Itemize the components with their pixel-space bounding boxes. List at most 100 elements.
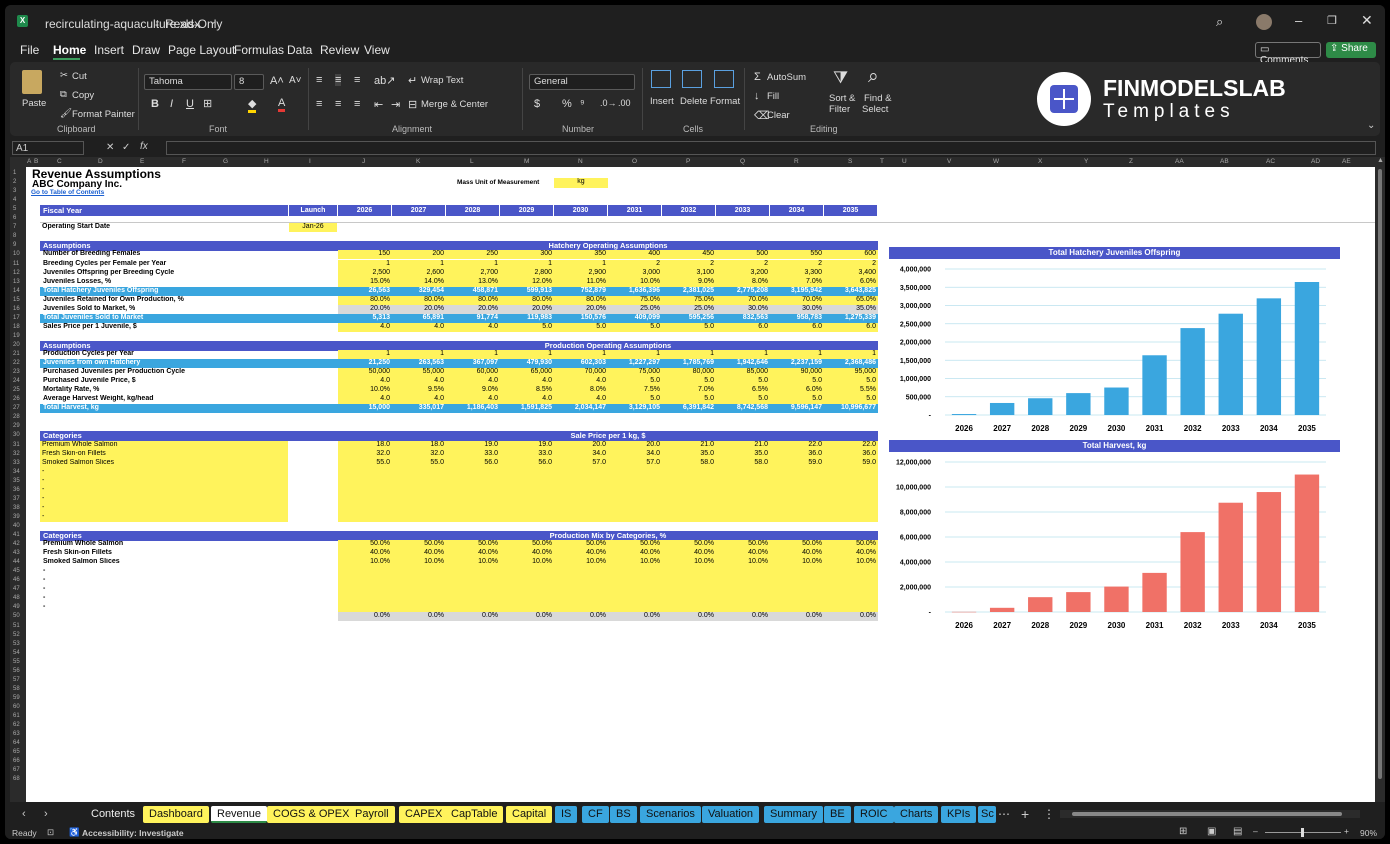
font-size-select[interactable]: 8 (234, 74, 264, 90)
decrease-font-icon[interactable]: A˅ (289, 75, 302, 86)
row-header[interactable]: 45 (13, 568, 20, 574)
price-cell[interactable] (824, 512, 878, 522)
row-header[interactable]: 18 (13, 324, 20, 330)
value-cell[interactable] (554, 603, 608, 613)
price-cell[interactable] (392, 512, 446, 522)
value-cell[interactable]: 50.0% (500, 540, 554, 550)
price-cell[interactable] (392, 476, 446, 486)
value-cell[interactable]: 350 (554, 250, 608, 260)
value-cell[interactable] (446, 567, 500, 577)
column-header[interactable]: I (309, 158, 311, 165)
price-cell[interactable] (662, 467, 716, 477)
format-cells-button[interactable]: Format (710, 96, 740, 107)
value-cell[interactable]: 10.0% (770, 558, 824, 568)
value-cell[interactable]: 10.0% (554, 558, 608, 568)
column-header[interactable]: C (57, 158, 62, 165)
value-cell[interactable] (338, 594, 392, 604)
value-cell[interactable]: 35.0% (824, 304, 878, 314)
value-cell[interactable]: 5.0 (608, 395, 662, 405)
value-cell[interactable]: 95,000 (824, 368, 878, 378)
price-cell[interactable]: 33.0 (500, 449, 554, 459)
value-cell[interactable]: 4.0 (446, 377, 500, 387)
row-header[interactable]: 32 (13, 451, 20, 457)
value-cell[interactable] (500, 576, 554, 586)
cancel-icon[interactable]: ✕ (106, 142, 114, 153)
row-header[interactable]: 13 (13, 279, 20, 285)
value-cell[interactable]: 3,129,105 (608, 404, 662, 414)
paste-icon[interactable] (22, 70, 42, 94)
column-header[interactable]: K (416, 158, 420, 165)
row-header[interactable]: 50 (13, 613, 20, 619)
value-cell[interactable]: 6.0% (770, 386, 824, 396)
price-cell[interactable] (554, 512, 608, 522)
table-of-contents-link[interactable]: Go to Table of Contents (31, 189, 231, 198)
column-header[interactable]: X (1038, 158, 1042, 165)
value-cell[interactable]: 1 (338, 350, 392, 359)
row-header[interactable]: 5 (13, 206, 16, 212)
value-cell[interactable]: 602,303 (554, 359, 608, 369)
value-cell[interactable]: 1 (770, 350, 824, 359)
price-cell[interactable] (824, 476, 878, 486)
value-cell[interactable]: 5,313 (338, 313, 392, 323)
menu-view[interactable]: View (364, 43, 390, 57)
value-cell[interactable]: 0.0% (770, 612, 824, 622)
price-cell[interactable] (716, 485, 770, 495)
value-cell[interactable]: 300 (500, 250, 554, 260)
delete-cells-icon[interactable] (682, 70, 702, 88)
value-cell[interactable]: 2 (824, 259, 878, 269)
value-cell[interactable] (500, 567, 554, 577)
price-cell[interactable] (392, 503, 446, 513)
menu-home[interactable]: Home (53, 43, 86, 57)
row-header[interactable]: 54 (13, 650, 20, 656)
row-header[interactable]: 25 (13, 387, 20, 393)
column-header[interactable]: Y (1084, 158, 1088, 165)
row-header[interactable]: 27 (13, 405, 20, 411)
value-cell[interactable]: 10.0% (716, 558, 770, 568)
formula-input[interactable] (166, 141, 1376, 155)
row-header[interactable]: 21 (13, 351, 20, 357)
price-cell[interactable] (500, 512, 554, 522)
value-cell[interactable]: 2,368,486 (824, 359, 878, 369)
value-cell[interactable]: 4.0 (392, 377, 446, 387)
category-label[interactable]: Smoked Salmon Slices (40, 458, 288, 468)
price-cell[interactable] (608, 467, 662, 477)
value-cell[interactable]: 263,563 (392, 359, 446, 369)
value-cell[interactable] (500, 594, 554, 604)
price-cell[interactable] (500, 485, 554, 495)
price-cell[interactable] (338, 512, 392, 522)
price-cell[interactable]: 22.0 (824, 440, 878, 450)
price-cell[interactable] (608, 476, 662, 486)
value-cell[interactable] (608, 567, 662, 577)
value-cell[interactable] (392, 567, 446, 577)
value-cell[interactable]: 5.0 (662, 322, 716, 332)
sheet-tab-be[interactable]: BE (824, 806, 851, 823)
value-cell[interactable]: 409,099 (608, 313, 662, 323)
scroll-up-icon[interactable]: ▲ (1377, 157, 1384, 164)
row-header[interactable]: 9 (13, 242, 16, 248)
value-cell[interactable]: 367,097 (446, 359, 500, 369)
row-header[interactable]: 68 (13, 776, 20, 782)
value-cell[interactable]: 40.0% (770, 549, 824, 559)
row-header[interactable]: 20 (13, 342, 20, 348)
menu-file[interactable]: File (20, 43, 39, 57)
value-cell[interactable]: 1 (500, 259, 554, 269)
value-cell[interactable]: 50.0% (770, 540, 824, 550)
row-header[interactable]: 33 (13, 460, 20, 466)
value-cell[interactable]: 40.0% (554, 549, 608, 559)
value-cell[interactable]: 6.0% (824, 277, 878, 287)
row-header[interactable]: 52 (13, 632, 20, 638)
value-cell[interactable] (392, 594, 446, 604)
value-cell[interactable] (338, 567, 392, 577)
value-cell[interactable]: 15,000 (338, 404, 392, 414)
value-cell[interactable]: 70,000 (554, 368, 608, 378)
value-cell[interactable]: 5.0 (662, 395, 716, 405)
sheet-tab-dashboard[interactable]: Dashboard (143, 806, 209, 823)
category-label[interactable]: - (40, 476, 288, 486)
menu-insert[interactable]: Insert (94, 43, 124, 57)
value-cell[interactable]: 1 (554, 259, 608, 269)
price-cell[interactable] (716, 467, 770, 477)
function-icon[interactable]: fx (140, 141, 148, 152)
h-scroll-thumb[interactable] (1072, 812, 1342, 816)
price-cell[interactable] (554, 494, 608, 504)
price-cell[interactable]: 57.0 (554, 458, 608, 468)
